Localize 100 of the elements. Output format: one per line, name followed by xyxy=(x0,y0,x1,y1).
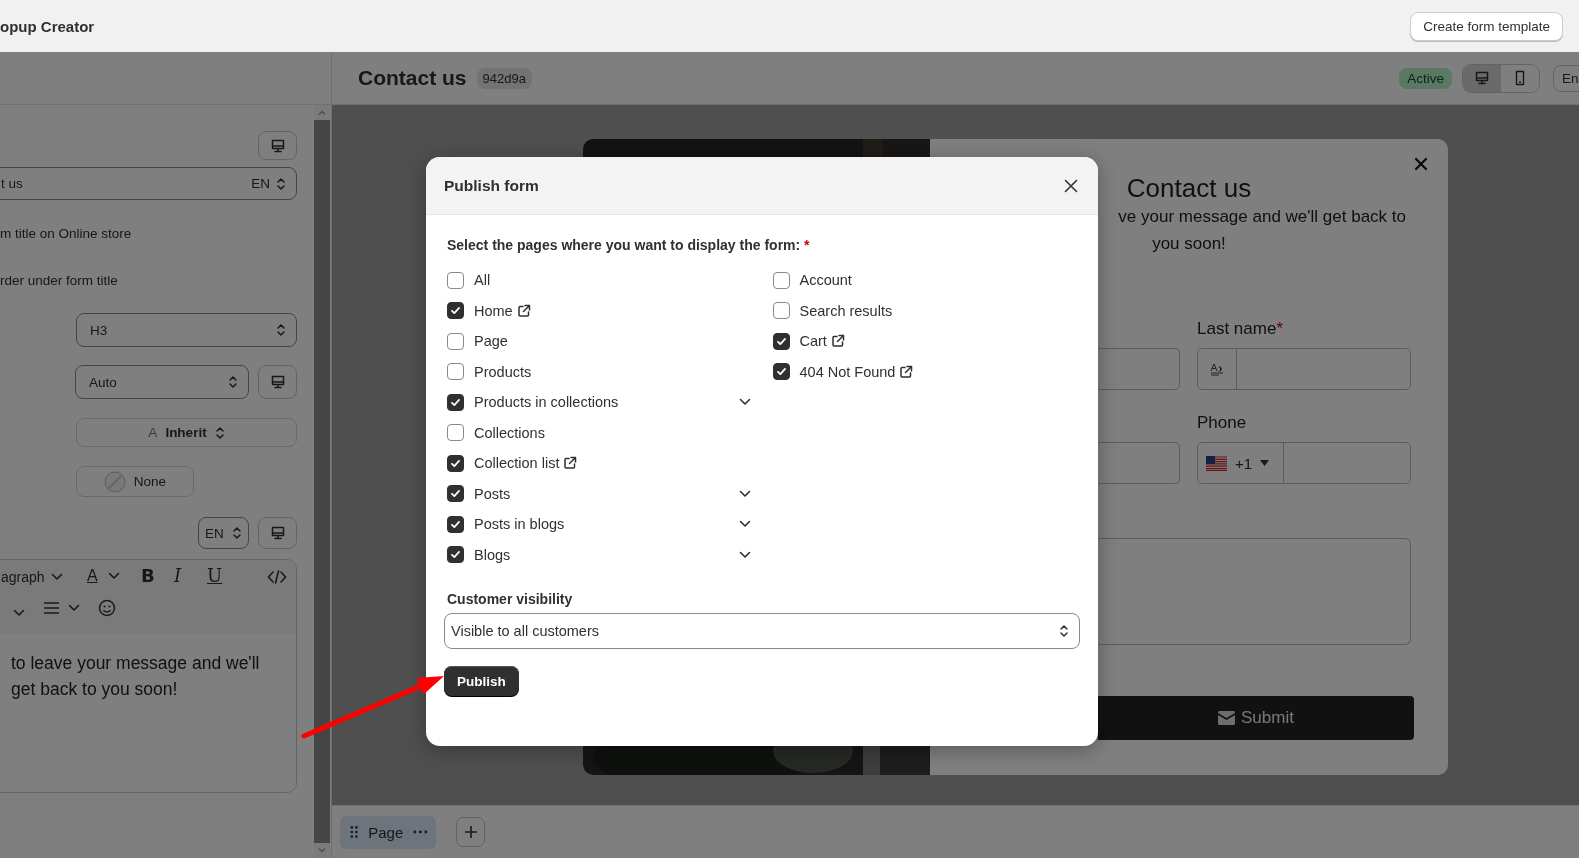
checkbox-label[interactable]: Collections xyxy=(474,424,545,441)
font-button[interactable]: A Inherit xyxy=(76,418,297,447)
checkbox-label[interactable]: Products in collections xyxy=(474,394,619,411)
monitor-icon xyxy=(269,137,286,154)
checkbox[interactable] xyxy=(772,302,790,320)
popup-subtitle: you soon! xyxy=(1152,233,1226,255)
updown-icon xyxy=(276,322,286,338)
phone-field[interactable]: +1 xyxy=(1197,442,1411,484)
checkbox-label[interactable]: All xyxy=(474,272,491,289)
language-select[interactable]: EN xyxy=(198,517,249,549)
external-link-icon[interactable] xyxy=(830,334,845,349)
width-select[interactable]: Auto xyxy=(75,365,249,399)
checkbox[interactable] xyxy=(447,271,464,289)
app-title: opup Creator xyxy=(0,17,95,35)
flag-icon xyxy=(1206,455,1227,471)
display-button[interactable] xyxy=(258,517,297,549)
checkbox[interactable] xyxy=(772,271,790,289)
field-label: Last name* xyxy=(1197,319,1284,339)
title-field[interactable]: t us EN xyxy=(0,167,297,200)
checkbox[interactable] xyxy=(447,393,464,411)
monitor-icon xyxy=(269,374,286,390)
checkbox[interactable] xyxy=(772,332,790,350)
popup-subtitle: ve your message and we'll get back to xyxy=(1117,206,1407,228)
checkbox-label[interactable]: Search results xyxy=(799,302,893,319)
text-color-button[interactable]: A xyxy=(87,567,120,585)
desktop-view-button[interactable] xyxy=(1463,64,1501,92)
drag-handle-icon xyxy=(350,825,359,839)
updown-icon xyxy=(1059,623,1069,639)
external-link-icon[interactable] xyxy=(899,364,914,379)
dialog-title: Publish form xyxy=(444,176,539,195)
dropdown-icon xyxy=(1260,460,1270,466)
close-icon[interactable] xyxy=(1414,157,1428,171)
status-badge: Active xyxy=(1399,67,1452,89)
more-icon[interactable] xyxy=(413,830,428,834)
checkbox-label[interactable]: Account xyxy=(799,272,852,289)
external-link-icon[interactable] xyxy=(563,456,578,471)
chevron-down-icon xyxy=(13,609,25,617)
checkbox-label[interactable]: Collection list xyxy=(474,455,560,472)
heading-select[interactable]: H3 xyxy=(76,313,297,347)
emoji-icon[interactable] xyxy=(98,599,116,617)
checkbox[interactable] xyxy=(447,302,464,320)
input-field[interactable] xyxy=(1098,442,1180,484)
text-editor[interactable]: agraph A B I U to leave your message and we'll get back to you soon! xyxy=(0,559,297,793)
language-label[interactable]: EN xyxy=(251,176,270,191)
editor-text: to leave your message and we'll get back to you soon! xyxy=(10,652,261,701)
display-button[interactable] xyxy=(258,131,297,160)
italic-button[interactable]: I xyxy=(174,565,182,586)
font-glyph: A xyxy=(148,425,158,440)
form-title: Contact us xyxy=(358,66,467,90)
close-icon[interactable] xyxy=(1064,178,1078,193)
underline-button[interactable]: U xyxy=(207,565,223,586)
option-label: m title on Online store xyxy=(0,226,132,241)
code-icon[interactable] xyxy=(267,569,287,585)
publish-button[interactable]: Publish xyxy=(444,666,519,696)
page-tab[interactable]: Page xyxy=(340,815,436,849)
checkbox[interactable] xyxy=(447,363,464,381)
checkbox[interactable] xyxy=(447,424,464,442)
external-link-icon[interactable] xyxy=(516,303,531,318)
checkbox-label[interactable]: Blogs xyxy=(474,546,511,563)
checkbox[interactable] xyxy=(447,332,464,350)
checkbox-label[interactable]: Cart xyxy=(799,333,827,350)
chevron-down-icon xyxy=(738,489,751,498)
updown-icon xyxy=(228,374,238,390)
checkbox-label[interactable]: Products xyxy=(474,363,532,380)
bold-button[interactable]: B xyxy=(141,565,155,586)
submit-button[interactable]: Submit xyxy=(1098,696,1414,740)
chevron-down-icon xyxy=(68,604,80,612)
text-format-icon xyxy=(1210,362,1224,376)
block-type-select[interactable]: agraph xyxy=(1,569,63,585)
create-template-button[interactable]: Create form template xyxy=(1410,11,1563,41)
chevron-down-icon xyxy=(738,550,751,559)
input-field[interactable] xyxy=(1098,348,1180,390)
checkbox[interactable] xyxy=(447,485,464,503)
display-button[interactable] xyxy=(258,365,297,399)
list-dropdown[interactable] xyxy=(43,600,80,616)
monitor-icon xyxy=(269,525,286,541)
checkbox-label[interactable]: Page xyxy=(474,333,508,350)
monitor-icon xyxy=(1474,70,1490,86)
checkbox-label[interactable]: Posts in blogs xyxy=(474,516,565,533)
visibility-label: Customer visibility xyxy=(447,591,574,607)
checkbox[interactable] xyxy=(447,454,464,472)
color-button[interactable]: None xyxy=(76,466,194,497)
option-label: rder under form title xyxy=(0,273,118,288)
popup-title: Contact us xyxy=(1126,173,1252,203)
no-color-icon xyxy=(103,470,126,493)
language-button[interactable]: En xyxy=(1553,64,1579,92)
envelope-icon xyxy=(1218,711,1236,725)
checkbox[interactable] xyxy=(772,363,790,381)
checkbox-label[interactable]: 404 Not Found xyxy=(799,363,896,380)
chevron-down-icon xyxy=(738,398,751,407)
add-page-button[interactable] xyxy=(456,817,485,847)
input-field[interactable] xyxy=(1197,348,1411,390)
chevron-down-icon xyxy=(107,572,120,580)
checkbox-label[interactable]: Home xyxy=(474,302,513,319)
visibility-select[interactable]: Visible to all customers xyxy=(444,613,1080,649)
country-code[interactable]: +1 xyxy=(1235,454,1253,472)
checkbox[interactable] xyxy=(447,546,464,564)
checkbox-label[interactable]: Posts xyxy=(474,485,511,502)
list-icon xyxy=(43,600,60,616)
checkbox[interactable] xyxy=(447,515,464,533)
